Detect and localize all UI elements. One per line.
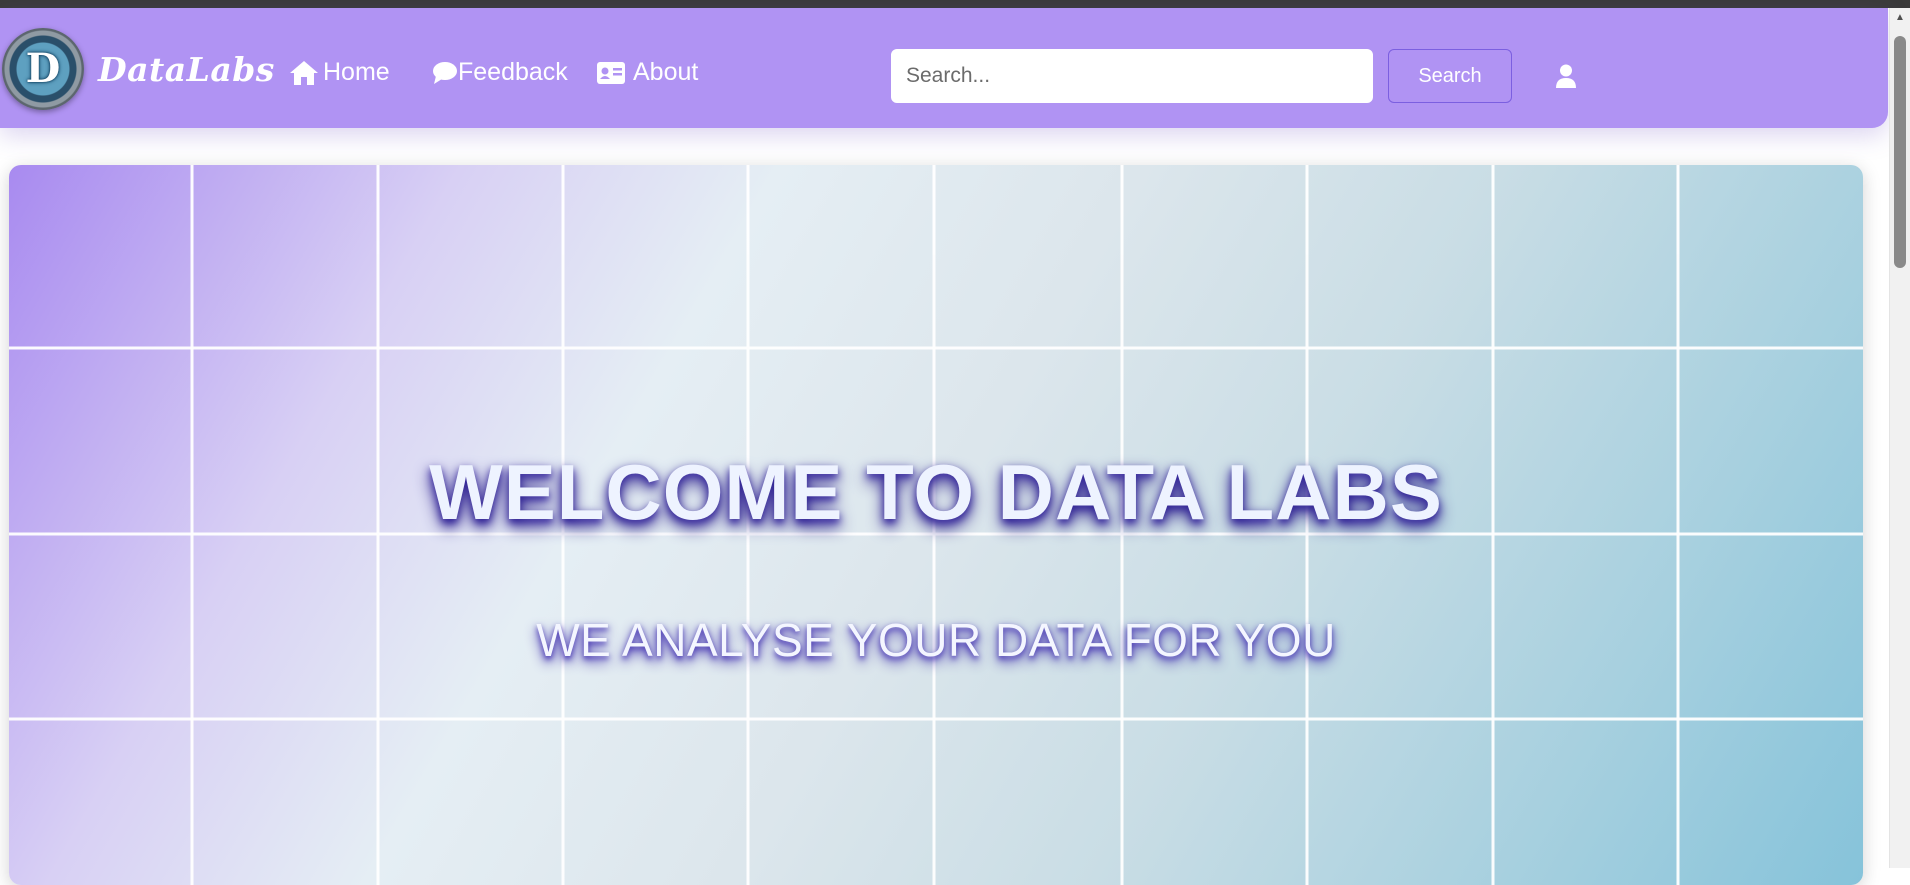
hero-subtitle: WE ANALYSE YOUR DATA FOR YOU: [536, 614, 1336, 666]
brand-name[interactable]: DataLabs: [98, 50, 275, 89]
logo[interactable]: D: [2, 28, 84, 110]
search-button[interactable]: Search: [1388, 49, 1512, 103]
scroll-up-arrow-icon[interactable]: ▲: [1890, 8, 1910, 28]
window-top-bar: [0, 0, 1910, 8]
logo-letter: D: [25, 45, 61, 92]
nav-link-label: About: [633, 58, 699, 86]
user-icon[interactable]: [1555, 64, 1577, 88]
id-card-icon: [597, 61, 625, 84]
comment-icon: [433, 61, 457, 84]
nav-link-about[interactable]: About: [597, 58, 698, 87]
search-input[interactable]: [891, 49, 1373, 103]
nav-link-feedback[interactable]: Feedback: [432, 58, 568, 87]
hero-title: WELCOME TO DATA LABS: [429, 448, 1443, 536]
page-scrollbar[interactable]: ▲: [1889, 8, 1910, 868]
navbar: D DataLabs Home Feedback About Search: [0, 8, 1888, 128]
nav-link-label: Feedback: [458, 58, 568, 86]
hero-banner: WELCOME TO DATA LABS WE ANALYSE YOUR DAT…: [9, 165, 1863, 885]
nav-link-home[interactable]: Home: [289, 58, 390, 87]
nav-link-label: Home: [323, 58, 390, 86]
scrollbar-thumb[interactable]: [1894, 36, 1906, 268]
home-icon: [290, 60, 318, 85]
